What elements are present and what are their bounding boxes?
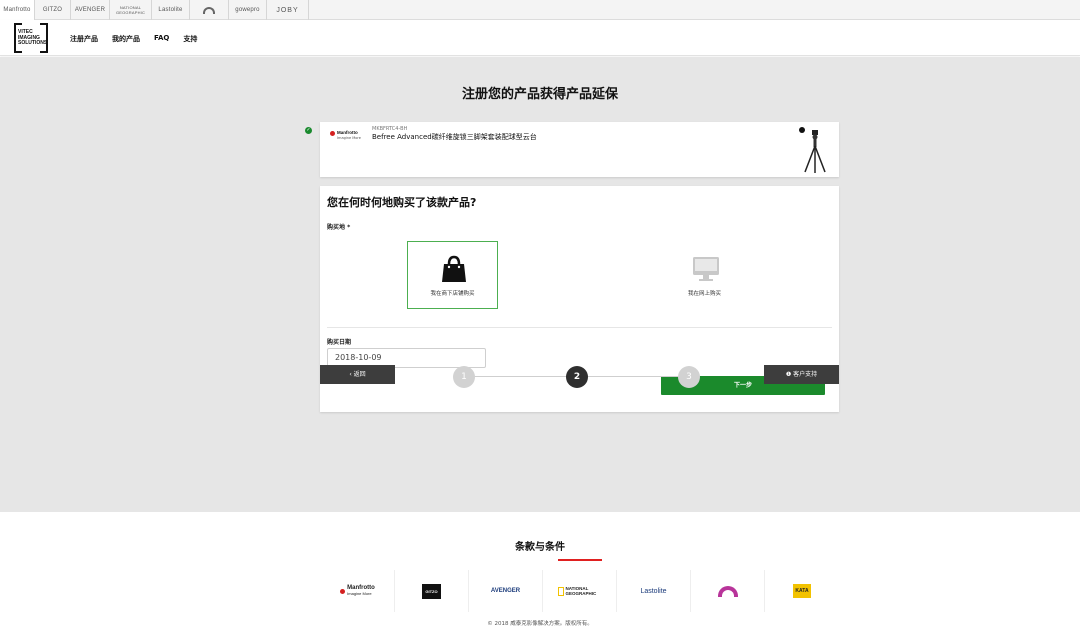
manfrotto-logo: Manfrotto Imagine More	[330, 130, 362, 144]
footer-logo-lastolite[interactable]: Lastolite	[617, 570, 691, 612]
product-name: Befree Advanced碳纤维旋锁三脚架套装配球型云台	[372, 133, 537, 141]
shopping-bag-icon	[442, 255, 466, 282]
main-nav: 注册产品 我的产品 FAQ 支持	[70, 34, 197, 44]
footer-logo-avenger[interactable]: AVENGER	[469, 570, 543, 612]
brand-tab-gowepro[interactable]: gowepro	[229, 0, 267, 20]
brand-tab-manfrotto[interactable]: Manfrotto	[0, 0, 35, 20]
option-online[interactable]: 我在网上购买	[659, 241, 750, 309]
copyright-text: © 2018 威泰克影像解决方案。版权所有。	[487, 621, 593, 627]
nav-faq[interactable]: FAQ	[154, 34, 169, 44]
footer-logo-gitzo[interactable]: GITZO	[395, 570, 469, 612]
brand-tab-national-geographic[interactable]: NATIONAL GEOGRAPHIC	[110, 0, 152, 20]
nav-my-products[interactable]: 我的产品	[112, 34, 140, 44]
brand-tab-arc[interactable]	[190, 0, 229, 20]
back-button[interactable]: ‹ 返回	[320, 365, 395, 384]
date-label: 购买日期	[327, 339, 352, 346]
brand-tab-gitzo[interactable]: GITZO	[35, 0, 71, 20]
option-in-store[interactable]: 我在商下店铺购买	[407, 241, 498, 309]
footer-logo-manfrotto[interactable]: Manfrotto Imagine More	[321, 570, 395, 612]
monitor-icon	[693, 257, 719, 281]
terms-underline	[558, 559, 602, 561]
tripod-image	[804, 130, 826, 173]
footer-logo-national-geographic[interactable]: NATIONAL GEOGRAPHIC	[543, 570, 617, 612]
vitec-logo[interactable]: VITEC IMAGING SOLUTIONS	[14, 22, 48, 54]
page-title: 注册您的产品获得产品延保	[461, 87, 618, 102]
brand-tab-joby[interactable]: JOBY	[267, 0, 309, 20]
product-card: Manfrotto Imagine More MKBFRTC4-BH Befre…	[320, 122, 839, 177]
brand-tab-lastolite[interactable]: Lastolite	[152, 0, 190, 20]
brand-tab-avenger[interactable]: AVENGER	[71, 0, 110, 20]
place-label: 购买地 *	[327, 224, 351, 231]
step-1: 1	[453, 366, 475, 388]
nav-register-product[interactable]: 注册产品	[70, 34, 98, 44]
site-header: VITEC IMAGING SOLUTIONS 注册产品 我的产品 FAQ 支持	[0, 20, 1080, 56]
form-question: 您在何时何地购买了该款产品?	[327, 196, 477, 209]
arc-logo-icon	[203, 6, 215, 14]
step-2: 2	[566, 366, 588, 388]
footer: 条款与条件 Manfrotto Imagine More GITZO AVENG…	[0, 512, 1080, 630]
check-icon: ✓	[305, 127, 312, 134]
main-area: 注册您的产品获得产品延保 ✓ Manfrotto Imagine More MK…	[0, 57, 1080, 512]
footer-logo-arc[interactable]	[691, 570, 765, 612]
footer-logo-kata[interactable]: KATA	[765, 570, 839, 612]
divider	[327, 327, 832, 328]
arc-logo-icon	[717, 585, 738, 597]
nav-support[interactable]: 支持	[183, 34, 197, 44]
terms-link[interactable]: 条款与条件	[0, 538, 1080, 553]
footer-brand-logos: Manfrotto Imagine More GITZO AVENGER NAT…	[321, 570, 839, 612]
customer-support-button[interactable]: ❶ 客户支持	[764, 365, 839, 384]
step-3: 3	[678, 366, 700, 388]
brand-strip: Manfrotto GITZO AVENGER NATIONAL GEOGRAP…	[0, 0, 1080, 20]
